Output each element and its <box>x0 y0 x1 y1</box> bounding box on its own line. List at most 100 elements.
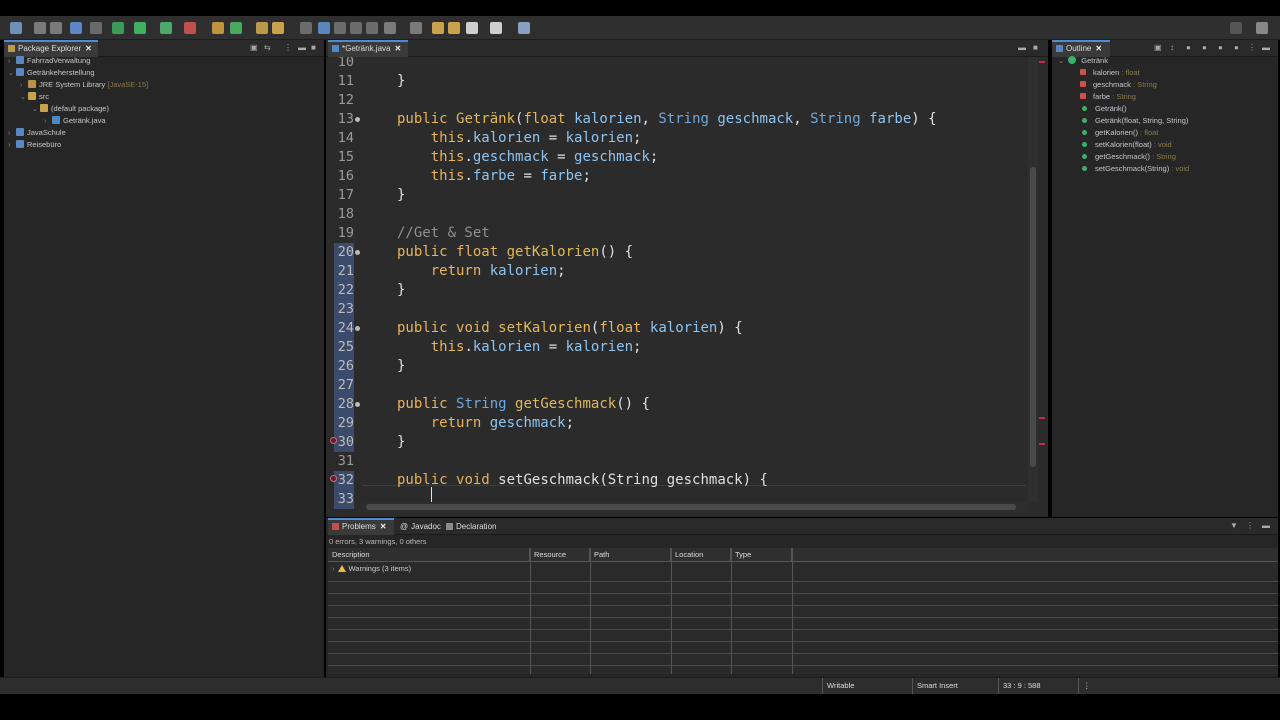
status-cursor-position[interactable]: 33 : 9 : 588 <box>998 678 1078 694</box>
outline-method[interactable]: Getränk(float, String, String) <box>1082 115 1188 127</box>
terminal-icon[interactable] <box>70 22 82 34</box>
tree-item-java-file[interactable]: › Getränk.java <box>44 115 106 127</box>
block-selection-icon[interactable] <box>334 22 346 34</box>
fold-icon[interactable] <box>355 117 360 122</box>
nav-back-icon[interactable] <box>466 22 478 34</box>
search-icon[interactable] <box>272 22 284 34</box>
close-icon[interactable]: ✕ <box>394 44 401 53</box>
tree-item-project[interactable]: ⌄ Getränkeherstellung <box>8 67 95 79</box>
tab-javadoc[interactable]: @ Javadoc <box>396 518 445 535</box>
perspective-icon[interactable] <box>1256 22 1268 34</box>
whitespace-icon[interactable] <box>350 22 362 34</box>
filter-icon[interactable]: ▼ <box>1230 521 1238 530</box>
close-icon[interactable]: ✕ <box>85 44 92 53</box>
column-header-location[interactable]: Location <box>671 548 731 562</box>
forward-icon[interactable] <box>448 22 460 34</box>
quick-access-icon[interactable] <box>1230 22 1242 34</box>
debug-icon[interactable] <box>112 22 124 34</box>
column-header-type[interactable]: Type <box>731 548 792 562</box>
column-header-resource[interactable]: Resource <box>530 548 590 562</box>
hide-nonpublic-icon[interactable]: ● <box>1218 43 1223 52</box>
table-row[interactable] <box>328 632 1278 642</box>
hide-local-types-icon[interactable]: ● <box>1234 43 1239 52</box>
mark-occurrences-icon[interactable] <box>318 22 330 34</box>
code-editor[interactable]: 10 11} 12 13 public Getränk(float kalorie… <box>326 57 1048 517</box>
view-menu-icon[interactable]: ⋮ <box>284 43 292 52</box>
show-source-icon[interactable] <box>366 22 378 34</box>
coverage-icon[interactable] <box>160 22 172 34</box>
maximize-icon[interactable]: ■ <box>1033 43 1038 52</box>
error-marker-icon[interactable] <box>330 437 337 444</box>
status-menu-icon[interactable]: ⋮ <box>1078 678 1091 694</box>
outline-method[interactable]: Getränk() <box>1082 103 1127 115</box>
fold-icon[interactable] <box>355 402 360 407</box>
outline-field[interactable]: geschmack : String <box>1080 79 1157 91</box>
warnings-group-row[interactable]: › Warnings (3 items) <box>332 564 411 573</box>
sort-icon[interactable]: ↕ <box>1170 43 1174 52</box>
tree-item-project[interactable]: › Reisebüro <box>8 139 61 151</box>
new-class-icon[interactable] <box>230 22 242 34</box>
scroll-thumb[interactable] <box>1030 167 1036 467</box>
table-row[interactable] <box>328 644 1278 654</box>
collapse-icon[interactable]: ⌄ <box>32 104 40 116</box>
tree-item-library[interactable]: › JRE System Library [JavaSE-15] <box>20 79 148 91</box>
back-icon[interactable] <box>432 22 444 34</box>
skip-breakpoints-icon[interactable] <box>90 22 102 34</box>
outline-field[interactable]: farbe : String <box>1080 91 1136 103</box>
tree-item-source-folder[interactable]: ⌄ src <box>20 91 49 103</box>
new-java-project-icon[interactable] <box>212 22 224 34</box>
annotation-icon[interactable] <box>300 22 312 34</box>
fold-icon[interactable] <box>355 250 360 255</box>
table-row[interactable] <box>328 656 1278 666</box>
tab-declaration[interactable]: Declaration <box>442 518 500 535</box>
run-icon[interactable] <box>134 22 146 34</box>
collapse-all-icon[interactable]: ▣ <box>1154 43 1162 52</box>
collapse-all-icon[interactable]: ▣ <box>250 43 258 52</box>
close-icon[interactable]: ✕ <box>1095 44 1102 53</box>
maximize-icon[interactable]: ■ <box>311 43 316 52</box>
outline-method[interactable]: setGeschmack(String) : void <box>1082 163 1189 175</box>
table-row[interactable] <box>328 620 1278 630</box>
minimize-icon[interactable]: ▬ <box>298 43 306 52</box>
table-row[interactable] <box>328 608 1278 618</box>
pin-editor-icon[interactable] <box>518 22 530 34</box>
open-type-icon[interactable] <box>256 22 268 34</box>
error-marker-icon[interactable] <box>1039 61 1045 63</box>
save-icon[interactable] <box>34 22 46 34</box>
tab-getraenk-java[interactable]: *Getränk.java ✕ <box>328 40 408 57</box>
hide-fields-icon[interactable]: ● <box>1186 43 1191 52</box>
scroll-thumb[interactable] <box>366 504 1016 510</box>
expand-icon[interactable]: › <box>8 140 16 152</box>
error-marker-icon[interactable] <box>1039 443 1045 445</box>
table-row[interactable] <box>328 596 1278 606</box>
error-marker-icon[interactable] <box>330 475 337 482</box>
collapse-icon[interactable]: ⌄ <box>1058 56 1064 65</box>
horizontal-scrollbar[interactable] <box>362 502 1028 512</box>
close-icon[interactable]: ✕ <box>380 522 387 531</box>
outline-method[interactable]: setKalorien(float) : void <box>1082 139 1172 151</box>
collapse-icon[interactable]: ⌄ <box>8 68 16 80</box>
view-menu-icon[interactable]: ⋮ <box>1246 521 1254 530</box>
expand-icon[interactable]: › <box>332 564 335 573</box>
outline-field[interactable]: kalorien : float <box>1080 67 1140 79</box>
nav-forward-icon[interactable] <box>490 22 502 34</box>
status-insert-mode[interactable]: Smart Insert <box>912 678 998 694</box>
new-icon[interactable] <box>10 22 22 34</box>
outline-class[interactable]: ⌄ Getränk <box>1058 55 1108 67</box>
error-marker-icon[interactable] <box>1039 417 1045 419</box>
minimize-icon[interactable]: ▬ <box>1262 43 1270 52</box>
view-menu-icon[interactable]: ⋮ <box>1248 43 1256 52</box>
save-all-icon[interactable] <box>50 22 62 34</box>
outline-method[interactable]: getKalorien() : float <box>1082 127 1158 139</box>
next-annotation-icon[interactable] <box>384 22 396 34</box>
external-tools-icon[interactable] <box>184 22 196 34</box>
minimize-icon[interactable]: ▬ <box>1262 521 1270 530</box>
vertical-scrollbar[interactable] <box>1028 57 1038 502</box>
table-row[interactable] <box>328 584 1278 594</box>
minimize-icon[interactable]: ▬ <box>1018 43 1026 52</box>
column-header-description[interactable]: Description <box>328 548 530 562</box>
tab-problems[interactable]: Problems ✕ <box>328 518 394 535</box>
tree-item-project[interactable]: › JavaSchule <box>8 127 66 139</box>
tree-item-project[interactable]: › FahrradVerwaltung <box>8 55 90 67</box>
hide-static-icon[interactable]: ● <box>1202 43 1207 52</box>
